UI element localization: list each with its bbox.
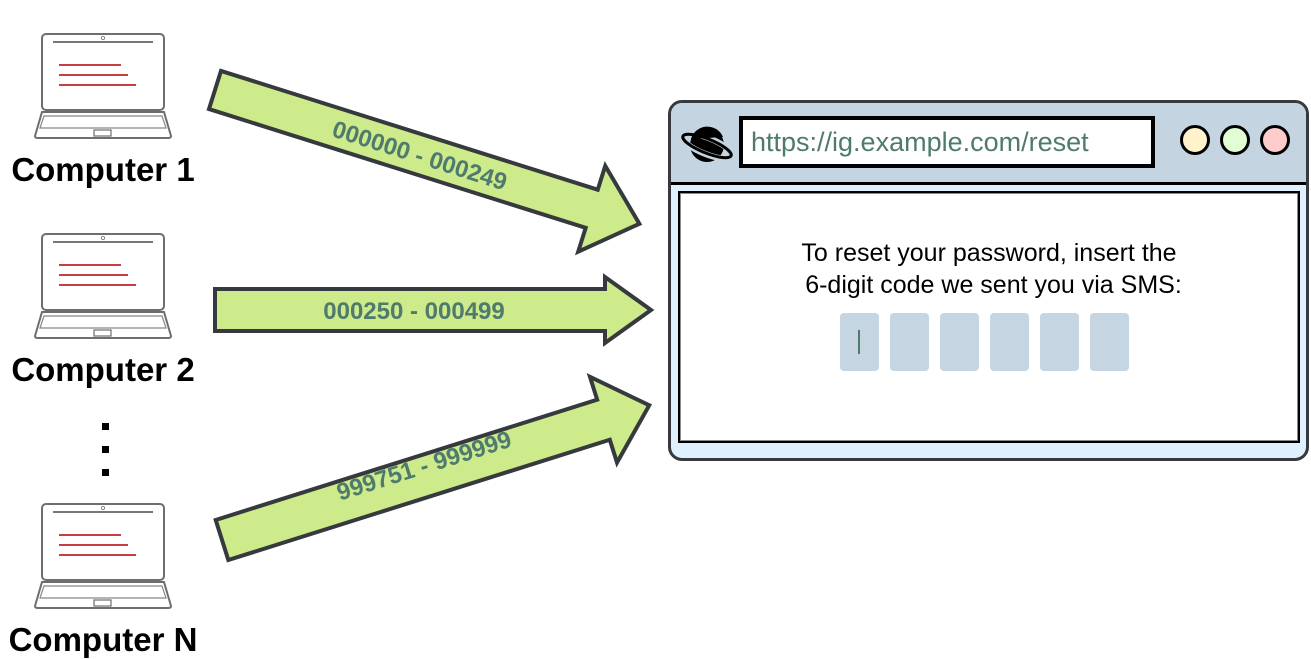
browser-toolbar: https://ig.example.com/reset [671,103,1306,185]
otp-digit-5[interactable] [1040,313,1079,371]
prompt-line-2: 6-digit code we sent you via SMS: [805,271,1182,299]
close-button[interactable] [1260,125,1290,155]
otp-digit-1[interactable] [840,313,879,371]
text-cursor [858,330,860,354]
arrow-computer-2: 000250 - 000499 [213,273,655,347]
otp-digit-4[interactable] [990,313,1029,371]
arrow-computer-n: 999751 - 999999 [213,372,653,563]
otp-digit-2[interactable] [890,313,929,371]
url-address-bar[interactable]: https://ig.example.com/reset [739,116,1155,168]
minimize-button[interactable] [1180,125,1210,155]
planet-icon [679,126,735,162]
range-label-computer-2: 000250 - 000499 [323,298,505,325]
arrow-computer-1: 000000 - 000249 [206,68,643,256]
browser-window: https://ig.example.com/reset To reset yo… [668,100,1309,461]
otp-digit-6[interactable] [1090,313,1129,371]
otp-digit-3[interactable] [940,313,979,371]
page-content: To reset your password, insert the 6-dig… [678,191,1300,443]
maximize-button[interactable] [1220,125,1250,155]
reset-prompt: To reset your password, insert the 6-dig… [680,237,1298,301]
prompt-line-1: To reset your password, insert the [801,239,1177,267]
